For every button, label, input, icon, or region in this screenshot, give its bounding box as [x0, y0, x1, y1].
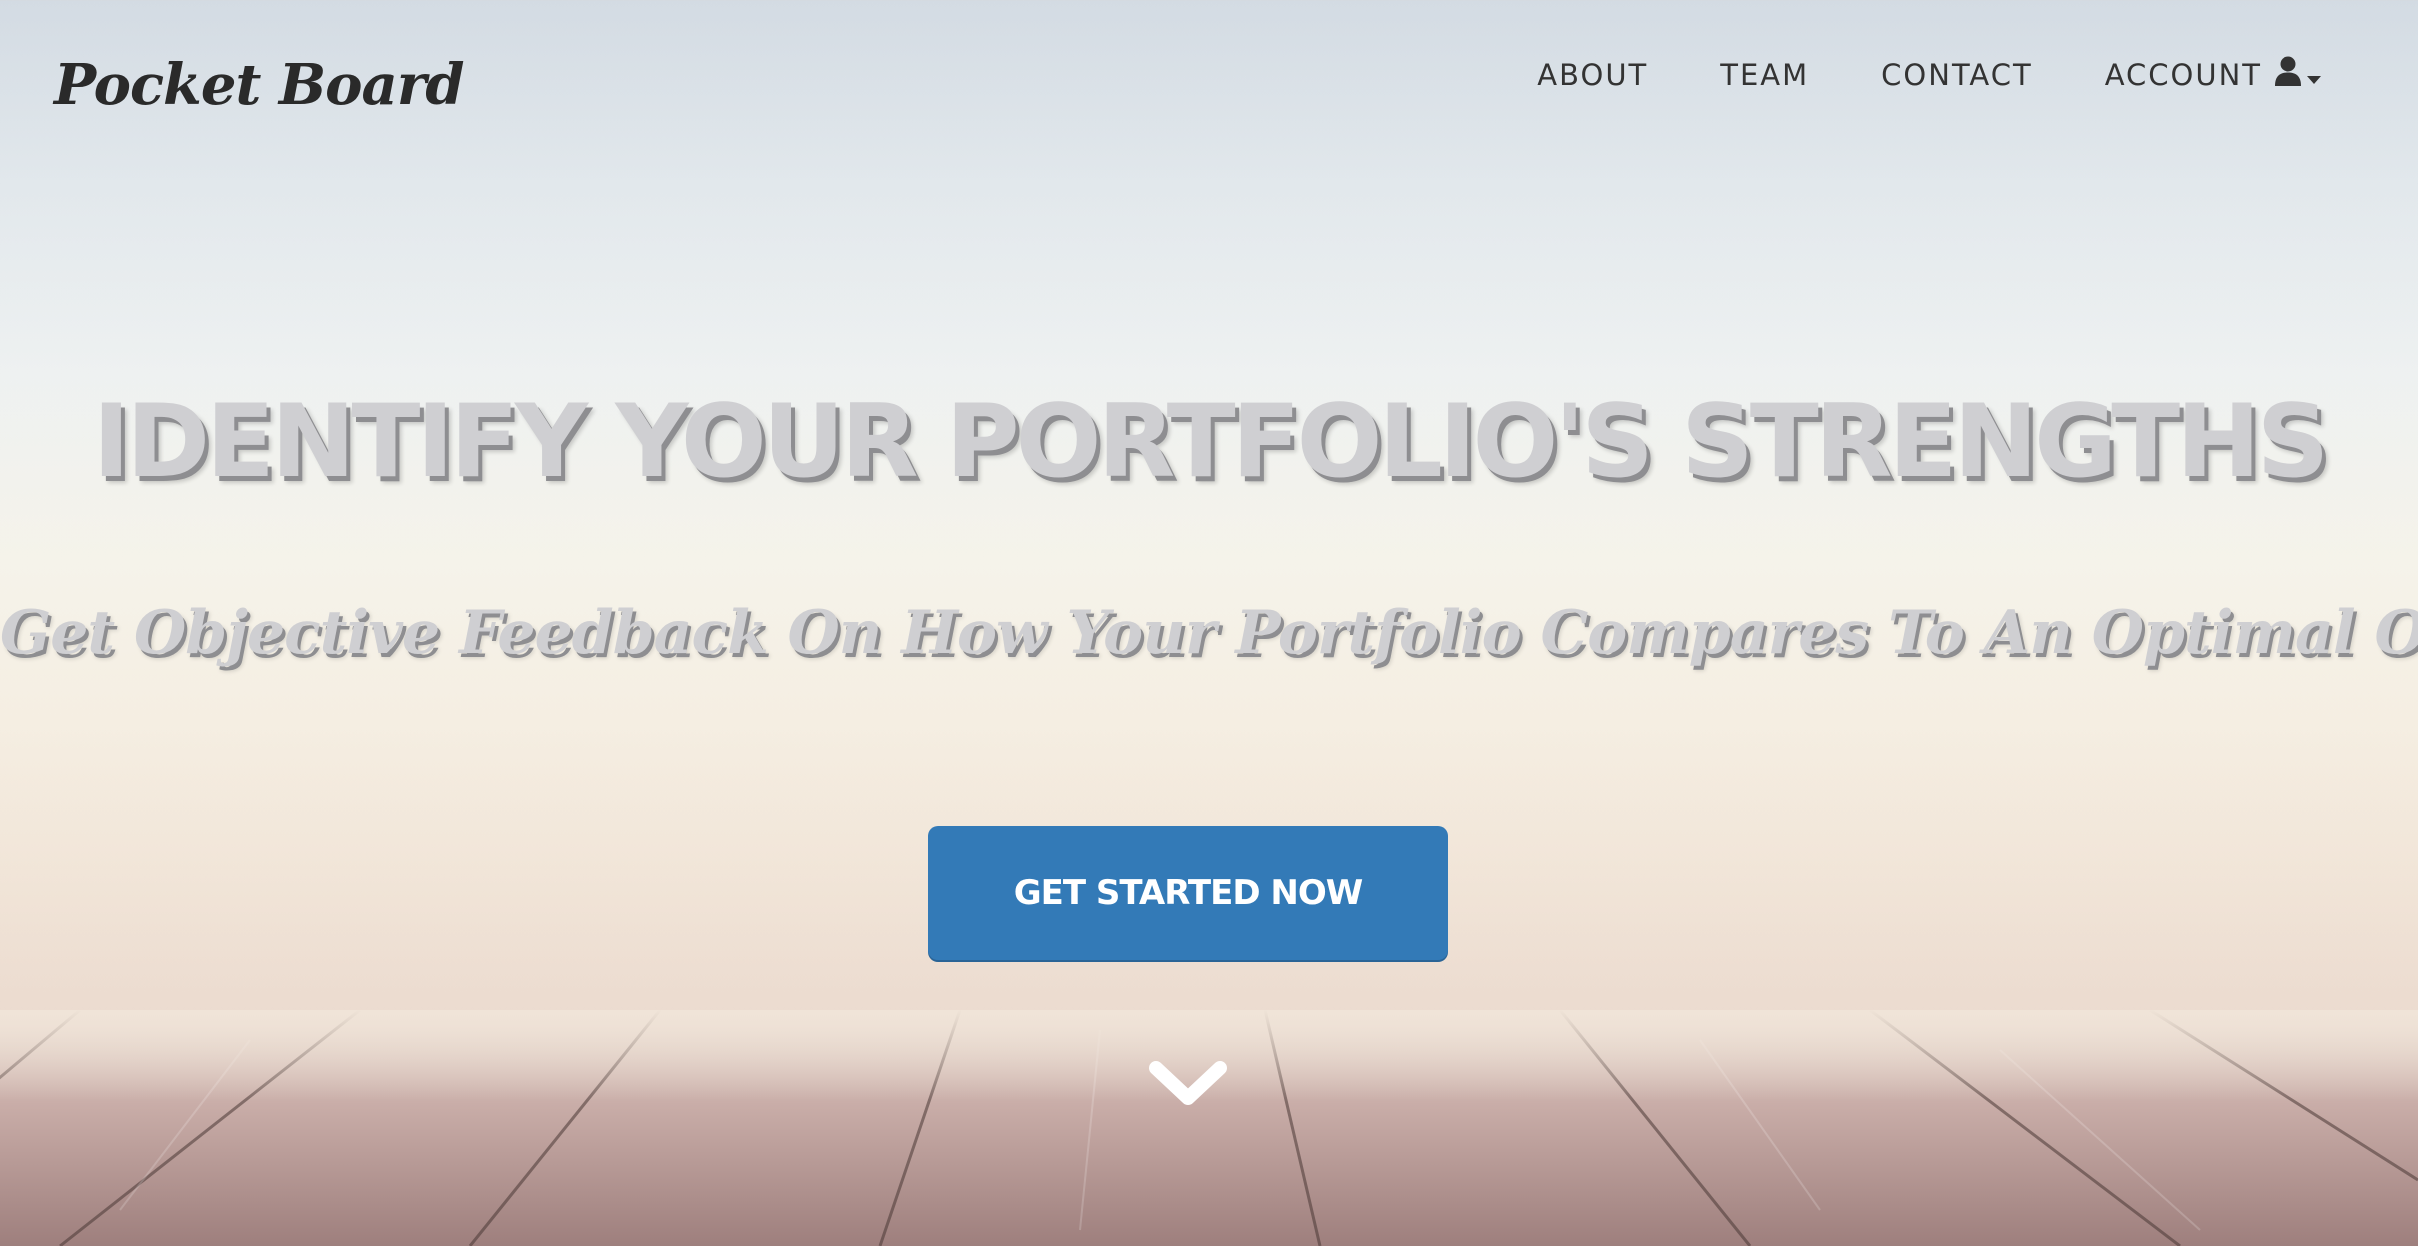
get-started-label: GET STARTED NOW	[1013, 873, 1364, 913]
nav-account-dropdown[interactable]: ACCOUNT	[2105, 56, 2322, 93]
chevron-down-icon[interactable]	[1148, 1058, 1228, 1112]
user-icon	[2274, 56, 2302, 93]
nav-account-label: ACCOUNT	[2104, 57, 2262, 92]
main-nav: ABOUT TEAM CONTACT ACCOUNT	[1537, 56, 2322, 93]
hero-title: IDENTIFY YOUR PORTFOLIO'S STRENGTHS	[92, 382, 2330, 500]
nav-contact[interactable]: CONTACT	[1881, 58, 2033, 92]
nav-team[interactable]: TEAM	[1720, 58, 1809, 92]
nav-team-label: TEAM	[1720, 57, 1810, 92]
caret-down-icon	[2306, 58, 2322, 92]
nav-contact-label: CONTACT	[1881, 57, 2033, 92]
nav-about[interactable]: ABOUT	[1537, 58, 1648, 92]
get-started-button[interactable]: GET STARTED NOW	[928, 826, 1448, 960]
nav-about-label: ABOUT	[1537, 57, 1649, 92]
hero-subtitle: Get Objective Feedback On How Your Portf…	[0, 598, 2418, 668]
wood-floor-background	[0, 1010, 2418, 1246]
site-logo[interactable]: Pocket Board	[54, 52, 464, 118]
